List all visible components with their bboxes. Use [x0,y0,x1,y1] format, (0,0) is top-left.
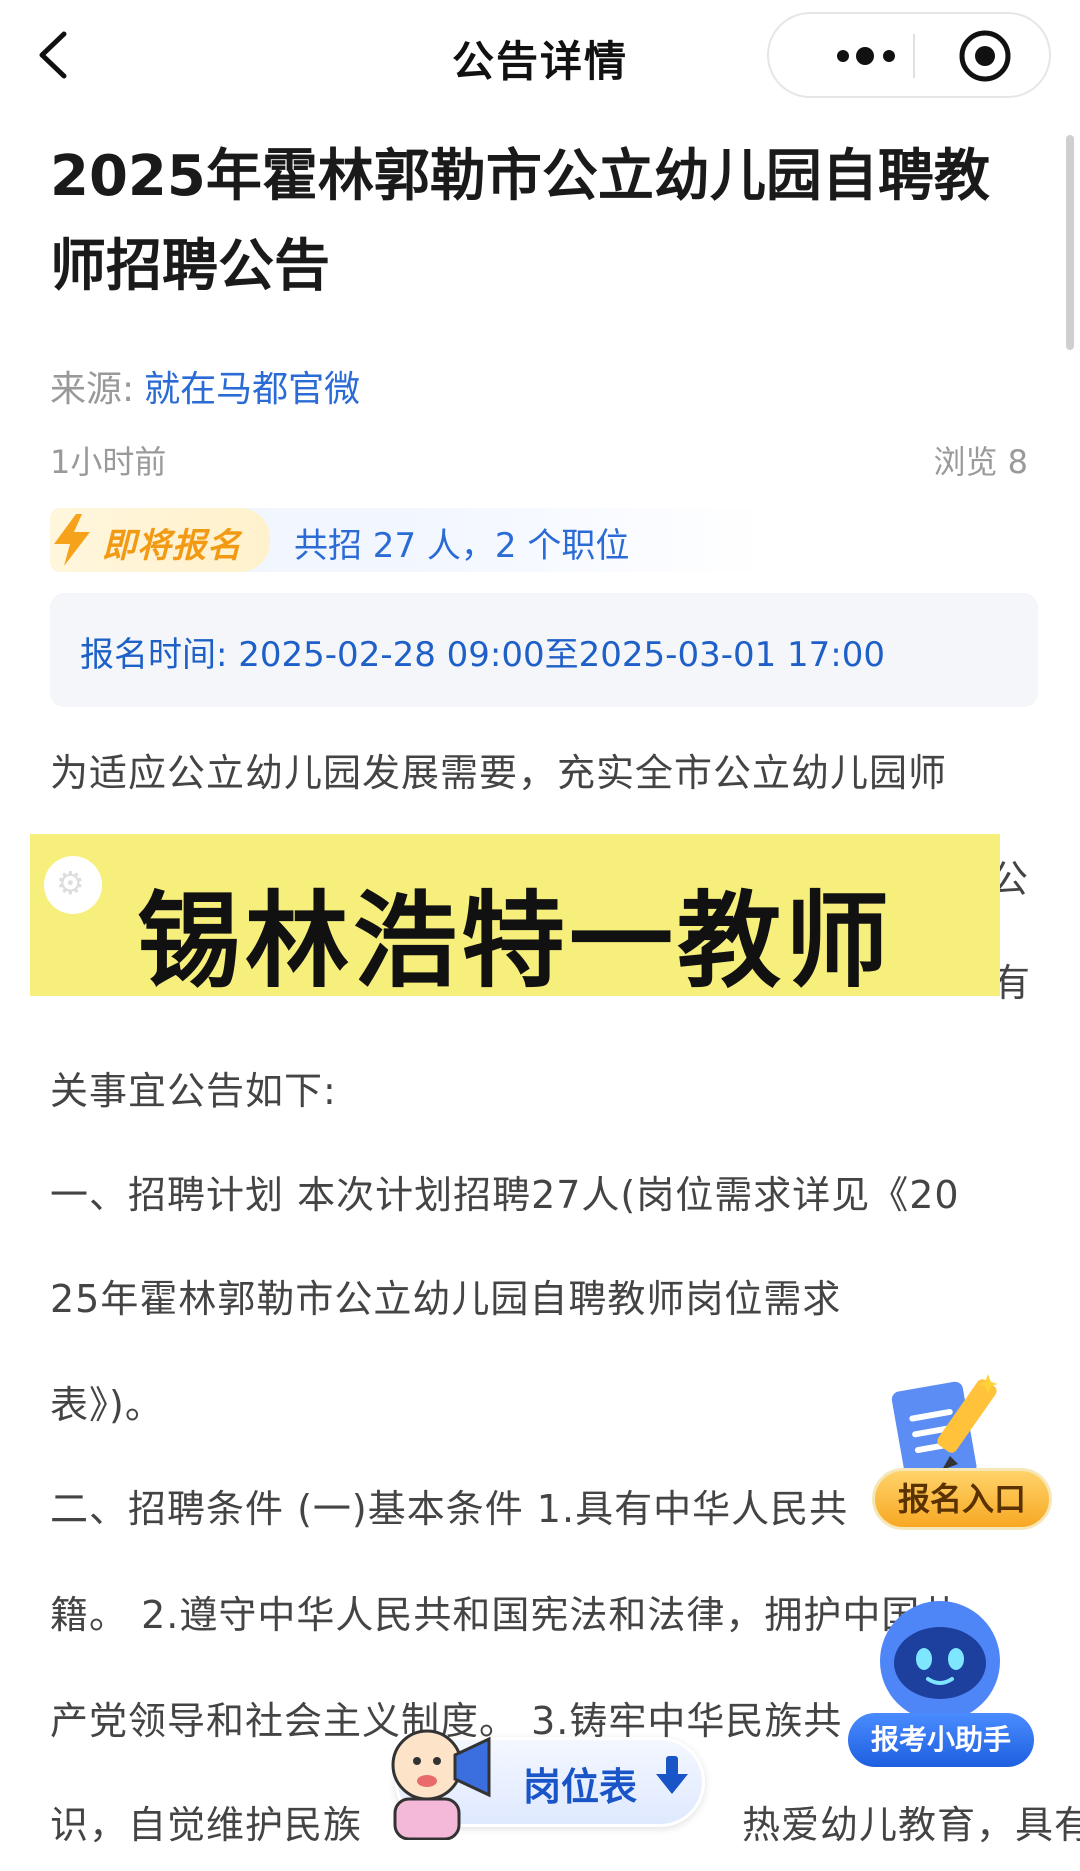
robot-assistant-icon [880,1601,1000,1721]
exam-helper-label: 报考小助手 [848,1713,1034,1767]
mini-program-capsule [767,12,1051,98]
signup-entry-label: 报名入口 [872,1468,1052,1530]
body-line: 籍。 2.遵守中华人民共和国宪法和法律，拥护中国共 [50,1593,960,1637]
registration-time: 报名时间: 2025-02-28 09:00至2025-03-01 17:00 [80,635,886,675]
body-line: 一、招聘计划 本次计划招聘27人(岗位需求详见《20 [50,1173,960,1217]
top-nav-bar: 公告详情 [0,0,1080,110]
signup-entry-button[interactable]: 报名入口 [868,1348,1058,1538]
body-line: 为适应公立幼儿园发展需要，充实全市公立幼儿园师 [50,751,948,795]
status-badge-label: 即将报名 [102,526,242,566]
body-line: 二、招聘条件 (一)基本条件 1.具有中华人民共 [50,1487,849,1531]
target-circle-icon[interactable] [957,28,1013,84]
megaphone-mascot-icon [391,1729,491,1840]
body-line: 25年霍林郭勒市公立幼儿园自聘教师岗位需求 [50,1277,842,1321]
more-dots-icon[interactable] [799,36,929,76]
status-badge: 即将报名 [50,508,270,572]
overlay-banner-text: 锡林浩特一教师 [136,880,893,1002]
capsule-divider [913,34,915,78]
view-count: 浏览 8 [933,443,1028,481]
source-label: 来源: [50,369,135,410]
scrollbar[interactable] [1066,135,1074,350]
body-line: 识，自觉维护民族 [50,1803,363,1847]
position-table-label: 岗位表 [523,1765,638,1809]
overlay-banner: ⚙ 锡林浩特一教师 [30,834,1000,1002]
article-title: 2025年霍林郭勒市公立幼儿园自聘教师招聘公告 [50,144,990,299]
registration-time-box: 报名时间: 2025-02-28 09:00至2025-03-01 17:00 [50,593,1038,707]
lightning-icon [54,514,90,566]
source-link[interactable]: 就在马都官微 [144,369,360,410]
source-line: 来源: 就在马都官微 [50,360,360,412]
arrow-down-icon [656,1756,688,1794]
recruit-summary: 共招 27 人，2 个职位 [294,526,630,566]
position-table-button[interactable]: 岗位表 [375,1725,710,1840]
body-line: 关事宜公告如下: [50,1069,337,1113]
body-line: 表》)。 [50,1383,164,1427]
recruit-status-row: 即将报名 共招 27 人，2 个职位 [50,508,770,572]
exam-helper-button[interactable]: 报考小助手 [848,1595,1038,1775]
body-line: 热爱幼儿教育，具有 [742,1803,1080,1847]
publish-time: 1小时前 [50,443,167,481]
